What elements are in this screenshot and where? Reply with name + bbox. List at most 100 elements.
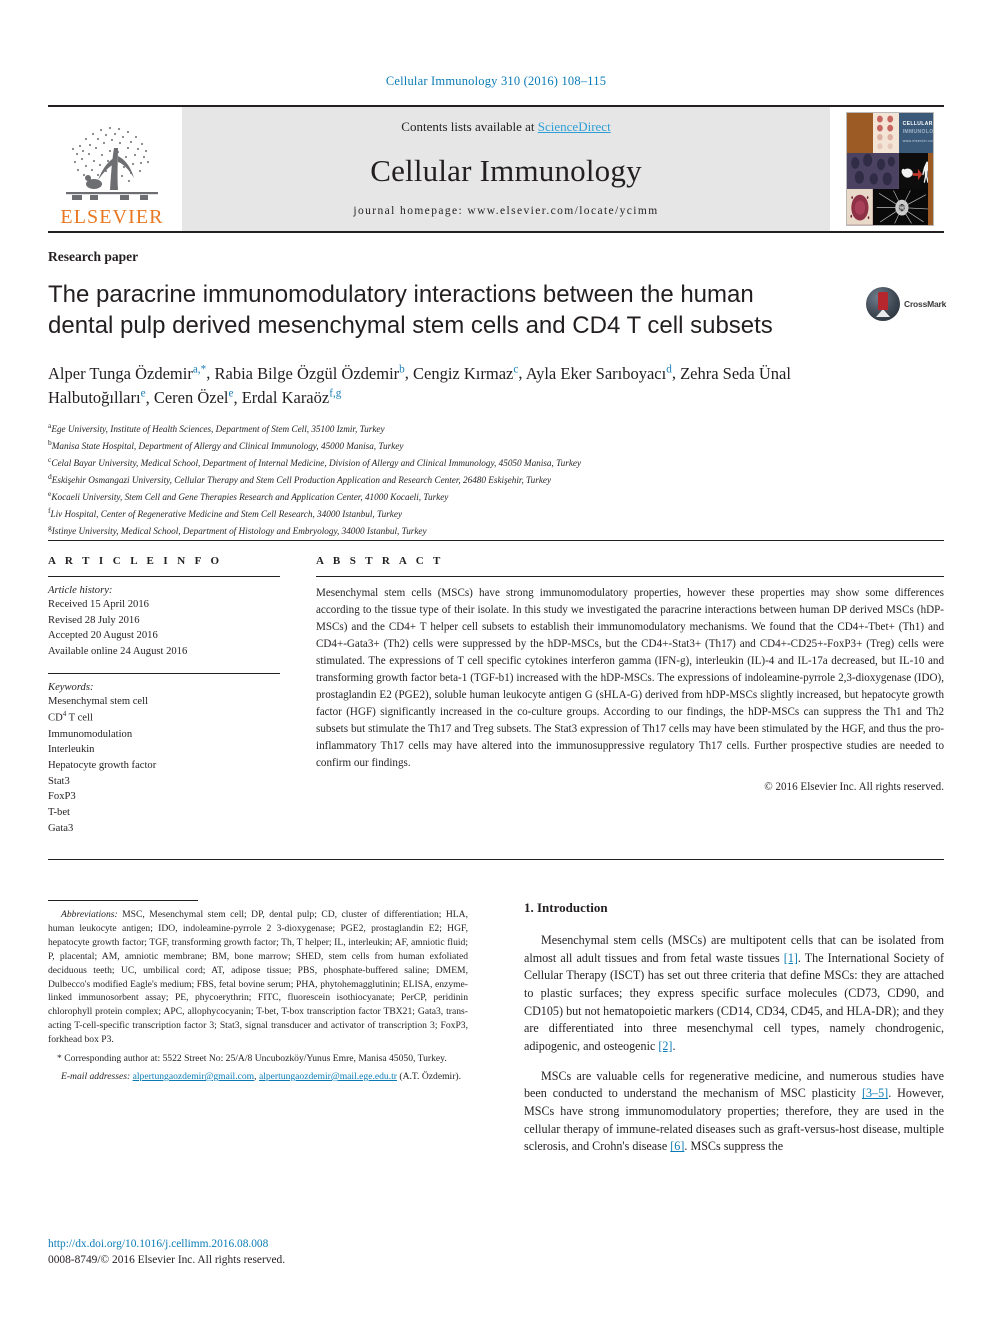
author-affiliation-marker: e: [140, 387, 146, 400]
author-list: Alper Tunga Özdemira,*, Rabia Bilge Özgü…: [48, 363, 791, 408]
cover-side-stripe: [928, 153, 933, 225]
citation-ref-3[interactable]: [3–5]: [862, 1086, 888, 1100]
introduction-paragraph-1: Mesenchymal stem cells (MSCs) are multip…: [524, 932, 944, 1056]
author-affiliation-marker: c: [513, 363, 519, 376]
journal-cover-thumbnail[interactable]: CELLULARIMMUNOLOGY www.elsevier.com: [836, 107, 944, 231]
history-available-online: Available online 24 August 2016: [48, 646, 188, 658]
affiliation-text: Kocaeli University, Stem Cell and Gene T…: [51, 492, 449, 503]
footnote-column: Abbreviations: MSC, Mesenchymal stem cel…: [48, 900, 468, 1084]
cover-tile-cells: [872, 113, 899, 154]
affiliation-item: bManisa State Hospital, Department of Al…: [48, 437, 944, 454]
author-affiliation-marker: d: [666, 363, 672, 376]
history-revised: Revised 28 July 2016: [48, 614, 140, 626]
info-abstract-band: A R T I C L E I N F O Article history: R…: [48, 540, 944, 860]
affiliation-text: Celal Bayar University, Medical School, …: [51, 458, 582, 469]
keyword-item: Hepatocyte growth factor: [48, 759, 157, 771]
elsevier-tree-icon: [60, 118, 164, 206]
author-item: Alper Tunga Özdemira,*: [48, 363, 207, 383]
author-item: Ayla Eker Sarıboyacıd: [525, 363, 672, 383]
affiliation-item: eKocaeli University, Stem Cell and Gene …: [48, 488, 944, 505]
article-header: Research paper The paracrine immunomodul…: [48, 249, 946, 539]
abstract-copyright: © 2016 Elsevier Inc. All rights reserved…: [764, 780, 944, 793]
journal-masthead: ELSEVIER Contents lists available at Sci…: [48, 105, 944, 233]
email-label: E-mail addresses:: [61, 1070, 131, 1082]
abstract-heading: A B S T R A C T: [316, 555, 444, 567]
elsevier-logo: ELSEVIER: [48, 107, 176, 231]
author-affiliation-marker: a,*: [192, 363, 207, 376]
email-link-1[interactable]: alpertungaozdemir@gmail.com: [133, 1071, 255, 1082]
affiliation-text: Liv Hospital, Center of Regenerative Med…: [50, 509, 403, 520]
cover-tile-cell-micrograph: [872, 189, 933, 225]
abstract-column: A B S T R A C T Mesenchymal stem cells (…: [316, 555, 944, 836]
affiliation-item: gIstinye University, Medical School, Dep…: [48, 522, 944, 539]
email-link-2[interactable]: alpertungaozdemir@mail.ege.edu.tr: [259, 1071, 397, 1082]
author-item: Rabia Bilge Özgül Özdemirb: [214, 363, 405, 383]
journal-title: Cellular Immunology: [370, 152, 642, 188]
divider: [48, 576, 280, 577]
cover-tile-title: CELLULARIMMUNOLOGY www.elsevier.com: [898, 113, 933, 154]
introduction-heading: 1. Introduction: [524, 900, 608, 915]
footnote-divider: [48, 900, 198, 901]
doi-link[interactable]: http://dx.doi.org/10.1016/j.cellimm.2016…: [48, 1237, 548, 1253]
affiliation-text: Eskişehir Osmangazi University, Cellular…: [51, 475, 552, 486]
cover-tile-brown: [847, 113, 873, 154]
keyword-item: Interleukin: [48, 744, 95, 756]
cover-tile-tissue: [847, 189, 873, 225]
author-item: Cengiz Kırmazc: [413, 363, 519, 383]
keyword-item: Mesenchymal stem cell: [48, 695, 149, 707]
divider: [316, 576, 944, 577]
intro-p1-part-b: . The International Society of Cellular …: [524, 950, 944, 1053]
affiliation-item: fLiv Hospital, Center of Regenerative Me…: [48, 505, 944, 522]
introduction-paragraph-2: MSCs are valuable cells for regenerative…: [524, 1068, 944, 1156]
issn-copyright: 0008-8749/© 2016 Elsevier Inc. All right…: [48, 1253, 286, 1266]
affiliation-text: Ege University, Institute of Health Scie…: [51, 424, 385, 435]
page-footer: http://dx.doi.org/10.1016/j.cellimm.2016…: [48, 1237, 548, 1269]
keyword-item: T-bet: [48, 806, 70, 818]
page-title: The paracrine immunomodulatory interacti…: [48, 281, 773, 340]
journal-homepage[interactable]: journal homepage: www.elsevier.com/locat…: [353, 205, 658, 217]
citation-ref-1[interactable]: [1]: [784, 951, 798, 965]
cover-image: CELLULARIMMUNOLOGY www.elsevier.com: [846, 112, 934, 226]
abbreviations-footnote: Abbreviations: MSC, Mesenchymal stem cel…: [48, 908, 468, 1047]
affiliation-item: aEge University, Institute of Health Sci…: [48, 420, 944, 437]
divider: [48, 672, 280, 674]
intro-p2-part-c: . MSCs suppress the: [684, 1139, 784, 1154]
citation-ref-2[interactable]: [2]: [658, 1039, 672, 1053]
article-page: Cellular Immunology 310 (2016) 108–115 E…: [0, 0, 992, 1323]
intro-p1-part-c: .: [672, 1038, 676, 1053]
keywords-label: Keywords:: [48, 681, 94, 693]
cover-subtitle: www.elsevier.com: [902, 139, 933, 143]
cover-tile-histology: [847, 153, 899, 190]
affiliation-text: Manisa State Hospital, Department of All…: [51, 441, 404, 452]
sciencedirect-link[interactable]: ScienceDirect: [538, 119, 611, 134]
abbreviations-label: Abbreviations:: [61, 909, 118, 920]
corresponding-author-footnote: * Corresponding author at: 5522 Street N…: [57, 1053, 447, 1065]
citation-ref-6[interactable]: [6]: [670, 1139, 684, 1153]
keywords-block: Keywords: Mesenchymal stem cell CD4 T ce…: [48, 672, 280, 837]
crossmark-label: CrossMark: [904, 299, 947, 309]
history-received: Received 15 April 2016: [48, 599, 149, 610]
author-item: Ceren Özele: [153, 387, 234, 408]
author-item: Erdal Karaözf,g: [241, 387, 342, 408]
email-owner: (A.T. Özdemir).: [399, 1070, 461, 1082]
abbreviations-text: MSC, Mesenchymal stem cell; DP, dental p…: [48, 909, 468, 1046]
affiliation-list: aEge University, Institute of Health Sci…: [48, 420, 944, 539]
author-affiliation-marker: e: [228, 387, 234, 400]
keyword-item: FoxP3: [48, 791, 76, 803]
introduction-column: 1. Introduction Mesenchymal stem cells (…: [524, 900, 944, 1156]
affiliation-text: Istinye University, Medical School, Depa…: [51, 526, 427, 537]
keyword-item: CD4 T cell: [48, 710, 93, 724]
author-affiliation-marker: b: [399, 363, 405, 376]
article-info-column: A R T I C L E I N F O Article history: R…: [48, 555, 280, 836]
keyword-item: Stat3: [48, 775, 70, 787]
article-info-heading: A R T I C L E I N F O: [48, 555, 223, 567]
contents-prefix: Contents lists available at: [401, 119, 538, 134]
contents-available-line: Contents lists available at ScienceDirec…: [401, 119, 610, 135]
crossmark-icon: [866, 287, 900, 321]
crossmark-badge-group[interactable]: CrossMark: [866, 286, 946, 322]
keyword-item: Immunomodulation: [48, 728, 133, 740]
masthead-center: Contents lists available at ScienceDirec…: [182, 107, 830, 231]
keyword-item: Gata3: [48, 822, 74, 834]
article-history-label: Article history:: [48, 585, 113, 596]
affiliation-item: dEskişehir Osmangazi University, Cellula…: [48, 471, 944, 488]
